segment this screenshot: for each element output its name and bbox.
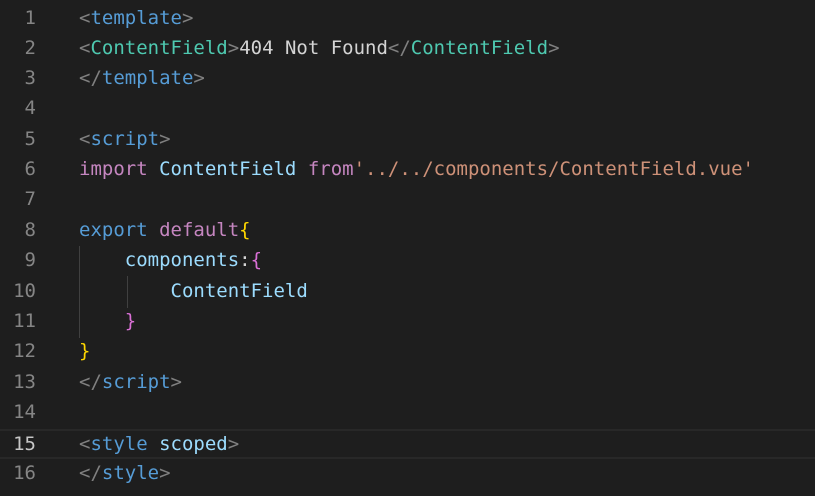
identifier: ContentField: [170, 280, 308, 302]
bracket-open: {: [239, 219, 251, 241]
keyword-export: export: [79, 219, 148, 241]
html-tag-name: script: [101, 371, 171, 393]
tag-bracket: >: [159, 462, 171, 484]
line-number: 1: [24, 7, 36, 29]
tag-bracket: >: [227, 37, 240, 59]
line-content: export default{: [79, 215, 251, 245]
html-tag-name: script: [90, 128, 160, 150]
line-content: <style scoped>: [79, 429, 239, 459]
tag-bracket: >: [193, 67, 205, 89]
line-number: 3: [24, 67, 36, 89]
line-number: 13: [13, 371, 36, 393]
tag-bracket: </: [79, 67, 102, 89]
tag-bracket: <: [79, 128, 91, 150]
tag-bracket: <: [79, 433, 91, 455]
line-content: ContentField: [79, 276, 308, 306]
line-content: <ContentField>404 Not Found</ContentFiel…: [79, 33, 560, 63]
attribute-name: scoped: [159, 433, 228, 455]
code-line[interactable]: 7: [0, 184, 815, 214]
code-line[interactable]: 9 components:{: [0, 245, 815, 275]
line-number: 7: [24, 188, 36, 210]
tag-bracket: </: [387, 37, 411, 59]
line-number: 6: [24, 158, 36, 180]
code-line[interactable]: 13 </script>: [0, 367, 815, 397]
colon: :: [239, 249, 251, 271]
bracket-open: {: [250, 249, 263, 271]
line-number: 15: [13, 433, 36, 455]
code-line[interactable]: 10 ContentField: [0, 276, 815, 306]
line-content: <script>: [79, 124, 171, 154]
line-number: 9: [24, 249, 36, 271]
line-number: 8: [24, 219, 36, 241]
tag-bracket: <: [79, 37, 91, 59]
tag-bracket: <: [79, 7, 91, 29]
code-line[interactable]: 8 export default{: [0, 215, 815, 245]
line-content: </style>: [79, 458, 171, 488]
line-content: </script>: [79, 367, 182, 397]
tag-bracket: >: [548, 37, 560, 59]
line-number: 11: [13, 310, 36, 332]
bracket-close: }: [79, 340, 91, 362]
property-name: components: [124, 249, 240, 271]
code-line-current[interactable]: 15 <style scoped>: [0, 429, 815, 459]
code-line[interactable]: 4: [0, 93, 815, 123]
html-tag-name: template: [101, 67, 194, 89]
component-tag-name: ContentField: [90, 37, 228, 59]
line-number: 4: [24, 97, 36, 119]
tag-bracket: </: [79, 371, 102, 393]
string-literal: '../../components/ContentField.vue': [353, 158, 754, 180]
line-number: 12: [13, 340, 36, 362]
tag-bracket: >: [159, 128, 171, 150]
html-tag-name: template: [90, 7, 182, 29]
keyword-import: import: [79, 158, 148, 180]
code-line[interactable]: 1 <template>: [0, 3, 815, 33]
line-content: }: [79, 336, 90, 366]
text-content: 404 Not Found: [239, 37, 388, 59]
line-number: 16: [13, 462, 36, 484]
code-editor[interactable]: 1 <template> 2 <ContentField>404 Not Fou…: [0, 0, 815, 496]
line-content: components:{: [79, 245, 262, 275]
code-line[interactable]: 2 <ContentField>404 Not Found</ContentFi…: [0, 33, 815, 63]
code-line[interactable]: 6 import ContentField from'../../compone…: [0, 154, 815, 184]
keyword-from: from: [307, 158, 354, 180]
code-line[interactable]: 3 </template>: [0, 63, 815, 93]
code-line[interactable]: 5 <script>: [0, 124, 815, 154]
line-content: import ContentField from'../../component…: [79, 154, 754, 184]
html-tag-name: style: [101, 462, 160, 484]
line-number: 14: [13, 401, 36, 423]
line-content: }: [79, 306, 136, 336]
code-line[interactable]: 16 </style>: [0, 458, 815, 488]
code-line[interactable]: 14: [0, 397, 815, 427]
component-tag-name: ContentField: [410, 37, 549, 59]
tag-bracket: >: [227, 433, 240, 455]
line-number: 2: [24, 37, 36, 59]
tag-bracket: >: [170, 371, 182, 393]
keyword-default: default: [159, 219, 240, 241]
html-tag-name: style: [90, 433, 148, 455]
tag-bracket: </: [79, 462, 102, 484]
tag-bracket: >: [181, 7, 194, 29]
line-content: </template>: [79, 63, 205, 93]
identifier: ContentField: [159, 158, 297, 180]
line-number: 10: [13, 280, 36, 302]
code-line[interactable]: 12 }: [0, 336, 815, 366]
bracket-close: }: [124, 310, 137, 332]
code-line[interactable]: 11 }: [0, 306, 815, 336]
line-number: 5: [24, 128, 36, 150]
line-content: <template>: [79, 3, 193, 33]
